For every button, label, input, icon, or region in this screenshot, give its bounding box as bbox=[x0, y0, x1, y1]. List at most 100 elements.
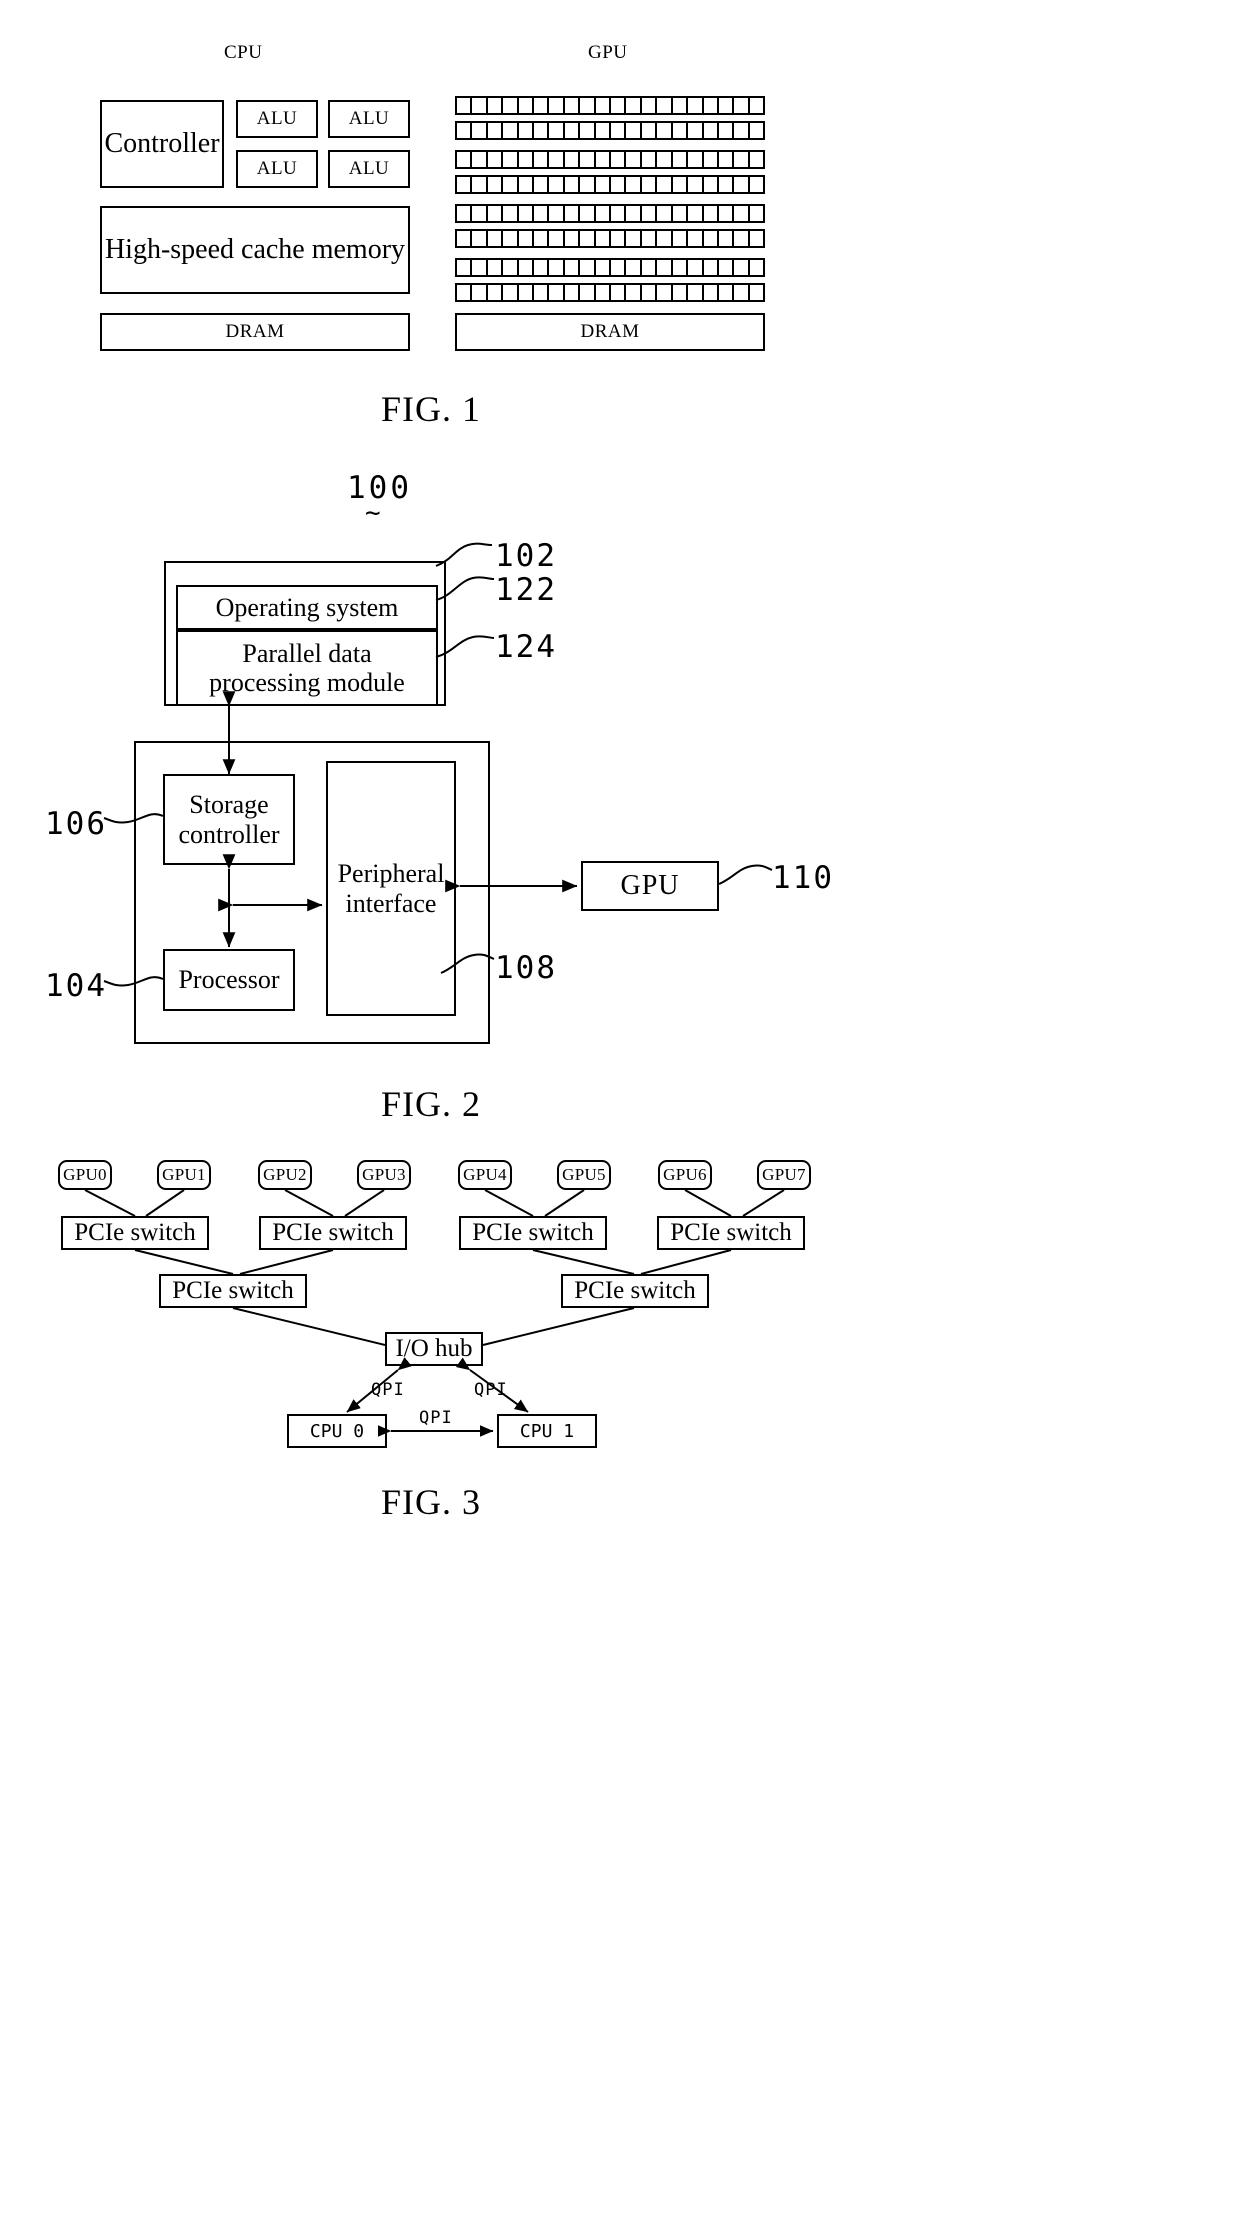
fig1-gpu-core-cell bbox=[642, 177, 658, 192]
fig1-alu-box-3: ALU bbox=[236, 150, 318, 188]
fig3-gpu4: GPU4 bbox=[458, 1160, 512, 1190]
fig1-alu-box-1: ALU bbox=[236, 100, 318, 138]
fig1-gpu-core-row bbox=[455, 258, 765, 277]
patent-figure-page: CPU GPU Controller ALU ALU ALU ALU High-… bbox=[0, 0, 1240, 2214]
fig1-gpu-core-cell bbox=[580, 285, 596, 300]
fig1-gpu-core-cell bbox=[626, 206, 642, 221]
fig2-storage-line2: controller bbox=[178, 819, 280, 849]
fig1-gpu-core-cell bbox=[534, 206, 550, 221]
fig1-gpu-core-cell bbox=[734, 98, 750, 113]
fig1-gpu-core-cell bbox=[704, 98, 719, 113]
fig1-gpu-core-cell bbox=[580, 123, 596, 138]
link-pcie2-mid1 bbox=[239, 1249, 334, 1275]
fig2-ref-110: 110 bbox=[772, 860, 834, 896]
fig1-gpu-core-cell bbox=[549, 98, 565, 113]
fig1-gpu-core-row bbox=[455, 150, 765, 169]
fig3-qpi-label-center: QPI bbox=[419, 1408, 453, 1428]
fig1-gpu-core-cell bbox=[704, 231, 719, 246]
fig3-gpu3: GPU3 bbox=[357, 1160, 411, 1190]
fig1-gpu-core-cell bbox=[596, 123, 612, 138]
fig1-gpu-core-cell bbox=[657, 206, 673, 221]
fig1-gpu-core-cell bbox=[503, 206, 519, 221]
fig2-ref-104: 104 bbox=[45, 968, 107, 1004]
fig1-gpu-core-cell bbox=[503, 285, 519, 300]
fig1-gpu-core-cell bbox=[734, 123, 750, 138]
fig1-cache-box: High-speed cache memory bbox=[100, 206, 410, 294]
fig1-gpu-core-cell bbox=[688, 260, 704, 275]
fig1-gpu-core-cell bbox=[519, 260, 535, 275]
fig3-io-hub: I/O hub bbox=[385, 1332, 483, 1366]
fig1-gpu-core-cell bbox=[596, 206, 612, 221]
fig1-gpu-core-cell bbox=[519, 285, 535, 300]
fig1-gpu-core-cell bbox=[488, 123, 504, 138]
fig2-parallel-module-box: Parallel data processing module bbox=[176, 630, 438, 706]
fig1-gpu-core-cell bbox=[734, 206, 750, 221]
fig1-gpu-core-cell bbox=[519, 231, 535, 246]
link-gpu6-pcie4 bbox=[684, 1189, 732, 1217]
fig1-gpu-core-row bbox=[455, 121, 765, 140]
link-gpu1-pcie1 bbox=[145, 1189, 185, 1217]
fig1-gpu-core-cell bbox=[642, 98, 658, 113]
fig1-gpu-core-row bbox=[455, 96, 765, 115]
fig1-gpu-core-cell bbox=[626, 285, 642, 300]
fig1-gpu-core-cell bbox=[719, 231, 735, 246]
fig2-caption: FIG. 2 bbox=[381, 1084, 482, 1124]
fig1-gpu-core-cell bbox=[673, 152, 689, 167]
fig2-ref-102: 102 bbox=[495, 538, 557, 574]
fig1-gpu-core-cell bbox=[626, 123, 642, 138]
fig1-gpu-core-cell bbox=[488, 231, 504, 246]
fig1-gpu-core-cell bbox=[611, 177, 627, 192]
fig1-gpu-core-cell bbox=[457, 231, 473, 246]
fig1-gpu-core-cell bbox=[565, 231, 581, 246]
fig3-gpu5: GPU5 bbox=[557, 1160, 611, 1190]
fig1-gpu-core-cell bbox=[657, 285, 673, 300]
fig1-gpu-core-cell bbox=[457, 206, 473, 221]
fig1-gpu-core-cell bbox=[719, 177, 735, 192]
fig1-gpu-core-cell bbox=[626, 231, 642, 246]
fig1-gpu-core-cell bbox=[565, 260, 581, 275]
fig1-gpu-core-cell bbox=[673, 177, 689, 192]
fig1-gpu-core-cell bbox=[596, 98, 612, 113]
fig1-gpu-core-cell bbox=[673, 123, 689, 138]
fig1-gpu-core-cell bbox=[565, 206, 581, 221]
fig1-gpu-core-cell bbox=[750, 123, 763, 138]
fig3-gpu2: GPU2 bbox=[258, 1160, 312, 1190]
fig1-gpu-core-cell bbox=[472, 98, 488, 113]
fig3-gpu0: GPU0 bbox=[58, 1160, 112, 1190]
fig1-gpu-core-cell bbox=[626, 260, 642, 275]
fig1-gpu-core-cell bbox=[688, 285, 704, 300]
fig1-gpu-core-cell bbox=[704, 123, 719, 138]
fig1-gpu-core-cell bbox=[719, 123, 735, 138]
fig1-gpu-core-cell bbox=[611, 123, 627, 138]
fig1-gpu-core-cell bbox=[580, 177, 596, 192]
fig1-gpu-core-cell bbox=[503, 177, 519, 192]
fig1-cpu-header: CPU bbox=[224, 42, 263, 63]
fig1-gpu-core-cell bbox=[519, 98, 535, 113]
fig1-gpu-core-cell bbox=[472, 231, 488, 246]
fig3-qpi-label-right: QPI bbox=[474, 1380, 508, 1400]
fig1-gpu-core-row bbox=[455, 283, 765, 302]
fig1-controller-box: Controller bbox=[100, 100, 224, 188]
fig1-gpu-core-cell bbox=[534, 123, 550, 138]
link-gpu4-pcie3 bbox=[484, 1189, 534, 1217]
fig1-gpu-core-cell bbox=[565, 285, 581, 300]
fig1-gpu-core-cell bbox=[457, 285, 473, 300]
fig1-gpu-core-cell bbox=[673, 285, 689, 300]
fig1-gpu-core-cell bbox=[750, 285, 763, 300]
fig2-gpu-box: GPU bbox=[581, 861, 719, 911]
fig1-gpu-core-cell bbox=[488, 98, 504, 113]
fig1-gpu-core-cell bbox=[503, 231, 519, 246]
fig1-gpu-core-cell bbox=[519, 152, 535, 167]
fig2-storage-line1: Storage bbox=[189, 790, 269, 820]
fig1-gpu-core-cell bbox=[457, 152, 473, 167]
link-pcie4-mid2 bbox=[640, 1249, 732, 1275]
fig1-gpu-core-cell bbox=[734, 285, 750, 300]
fig1-gpu-core-cell bbox=[704, 206, 719, 221]
fig3-pcie-switch-top-2: PCIe switch bbox=[259, 1216, 407, 1250]
fig1-gpu-core-cell bbox=[704, 177, 719, 192]
fig1-gpu-core-cell bbox=[534, 177, 550, 192]
link-mid1-iohub bbox=[232, 1307, 386, 1346]
link-mid2-iohub bbox=[482, 1307, 635, 1346]
fig1-gpu-core-cell bbox=[580, 231, 596, 246]
fig1-gpu-core-cell bbox=[457, 260, 473, 275]
